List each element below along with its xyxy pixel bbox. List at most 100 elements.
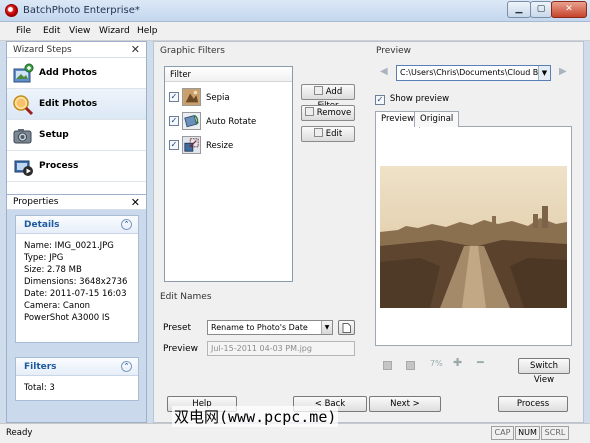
next-button[interactable]: Next >	[369, 396, 441, 412]
wizard-steps-header: Wizard Steps ✕	[7, 42, 146, 58]
switch-view-button[interactable]: Switch View	[518, 358, 570, 385]
wizard-step-label: Process	[39, 161, 79, 171]
filter-checkbox[interactable]: ✓	[169, 140, 179, 150]
preset-options-button[interactable]	[338, 320, 355, 335]
process-button[interactable]: Process	[498, 396, 568, 412]
wizard-close-icon[interactable]: ✕	[131, 43, 140, 56]
filter-list: Filter ✓ Sepia ✓ Auto Rotate ✓ Resize	[164, 66, 293, 282]
zoom-actual-icon[interactable]	[406, 361, 415, 370]
maximize-button[interactable]: ▢	[530, 1, 552, 18]
zoom-fit-icon[interactable]	[383, 361, 392, 370]
caps-lock-indicator: CAP	[491, 426, 514, 440]
wizard-step-label: Setup	[39, 130, 69, 140]
detail-type: Type: JPG	[24, 253, 64, 263]
wizard-step-label: Add Photos	[39, 68, 98, 78]
detail-dimensions: Dimensions: 3648x2736	[24, 277, 128, 287]
edit-filter-label: Edit	[325, 129, 343, 139]
arrow-right-icon[interactable]: ▶	[559, 66, 567, 77]
rotate-filter-icon	[182, 112, 201, 130]
graphic-filters-label: Graphic Filters	[160, 46, 225, 56]
scroll-lock-indicator: SCRL	[541, 426, 569, 440]
filter-name: Auto Rotate	[206, 117, 257, 127]
wizard-step-edit-photos[interactable]: Edit Photos	[7, 89, 146, 120]
tab-original[interactable]: Original	[414, 111, 460, 127]
detail-name: Name: IMG_0021.JPG	[24, 241, 114, 251]
preset-value: Rename to Photo's Date	[211, 323, 308, 332]
edit-icon	[313, 128, 323, 137]
name-preview-label: Preview	[163, 344, 199, 354]
filter-checkbox[interactable]: ✓	[169, 116, 179, 126]
folder-path-dropdown[interactable]: C:\Users\Chris\Documents\Cloud Backu ▼	[396, 65, 551, 81]
properties-close-icon[interactable]: ✕	[131, 196, 140, 209]
collapse-icon[interactable]: ⌃	[121, 219, 132, 230]
folder-path-value: C:\Users\Chris\Documents\Cloud Backu	[400, 68, 551, 77]
setup-icon	[13, 129, 32, 144]
show-preview-label: Show preview	[389, 94, 450, 104]
resize-filter-icon	[182, 136, 201, 154]
filter-row-sepia[interactable]: ✓ Sepia	[169, 88, 289, 108]
wizard-step-label: Edit Photos	[39, 99, 98, 109]
name-preview-field: Jul-15-2011 04-03 PM.jpg	[207, 341, 355, 356]
left-panel: Wizard Steps ✕ Add Photos Edit Photos Se…	[6, 41, 147, 423]
wizard-step-setup[interactable]: Setup	[7, 120, 146, 151]
filters-total: Total: 3	[24, 383, 55, 393]
remove-filter-button[interactable]: Remove	[301, 105, 355, 121]
app-icon	[5, 4, 18, 17]
wizard-steps-title: Wizard Steps	[13, 45, 72, 55]
title-bar: BatchPhoto Enterprise* ▁ ▢ ✕	[0, 0, 590, 22]
add-photos-icon	[13, 63, 34, 83]
collapse-icon[interactable]: ⌃	[121, 361, 132, 372]
preview-image	[380, 166, 567, 308]
menu-wizard[interactable]: Wizard	[99, 26, 130, 36]
show-preview-toggle[interactable]: ✓ Show preview	[375, 94, 450, 105]
arrow-left-icon[interactable]: ◀	[380, 66, 388, 77]
sepia-filter-icon	[182, 88, 201, 106]
city-photo	[380, 166, 567, 308]
properties-title: Properties	[13, 197, 59, 207]
edit-names-label: Edit Names	[160, 292, 212, 302]
menu-bar: File Edit View Wizard Help	[0, 22, 590, 41]
filter-column-header: Filter	[165, 67, 292, 82]
detail-camera-model: PowerShot A3000 IS	[24, 313, 110, 323]
status-text: Ready	[6, 428, 33, 438]
edit-filter-button[interactable]: Edit	[301, 126, 355, 142]
filters-header: Filters ⌃	[16, 358, 138, 376]
detail-camera: Camera: Canon	[24, 301, 91, 311]
zoom-level: 7%	[430, 359, 443, 368]
document-icon	[342, 323, 351, 333]
wizard-step-add-photos[interactable]: Add Photos	[7, 58, 146, 89]
menu-view[interactable]: View	[69, 26, 90, 36]
filter-row-resize[interactable]: ✓ Resize	[169, 136, 289, 156]
filters-box: Filters ⌃ Total: 3	[15, 357, 139, 401]
preset-dropdown[interactable]: Rename to Photo's Date ▼	[207, 320, 333, 335]
add-filter-button[interactable]: Add Filter	[301, 84, 355, 111]
minimize-button[interactable]: ▁	[507, 1, 531, 18]
process-icon	[14, 160, 33, 176]
filters-title: Filters	[24, 362, 57, 372]
menu-edit[interactable]: Edit	[43, 26, 60, 36]
properties-panel: Properties ✕ Details ⌃ Name: IMG_0021.JP…	[7, 194, 146, 422]
detail-date: Date: 2011-07-15 16:03	[24, 289, 127, 299]
filter-row-auto-rotate[interactable]: ✓ Auto Rotate	[169, 112, 289, 132]
filter-checkbox[interactable]: ✓	[169, 92, 179, 102]
zoom-out-icon[interactable]: ━	[477, 356, 484, 369]
details-list: Name: IMG_0021.JPG Type: JPG Size: 2.78 …	[16, 234, 138, 330]
show-preview-checkbox[interactable]: ✓	[375, 95, 385, 105]
menu-help[interactable]: Help	[137, 26, 158, 36]
preview-section-label: Preview	[376, 46, 412, 56]
edit-photos-icon	[13, 95, 34, 116]
close-button[interactable]: ✕	[551, 1, 587, 18]
window-title: BatchPhoto Enterprise*	[23, 5, 140, 16]
menu-file[interactable]: File	[16, 26, 31, 36]
wizard-step-process[interactable]: Process	[7, 151, 146, 182]
details-title: Details	[24, 220, 60, 230]
filter-name: Sepia	[206, 93, 230, 103]
chevron-down-icon: ▼	[321, 321, 332, 334]
remove-icon	[304, 107, 314, 116]
add-icon	[313, 86, 323, 95]
filter-name: Resize	[206, 141, 234, 151]
zoom-in-icon[interactable]: ✚	[453, 356, 462, 369]
details-box: Details ⌃ Name: IMG_0021.JPG Type: JPG S…	[15, 215, 139, 343]
num-lock-indicator: NUM	[515, 426, 540, 440]
watermark: 双电网(www.pcpc.me)	[172, 406, 339, 427]
